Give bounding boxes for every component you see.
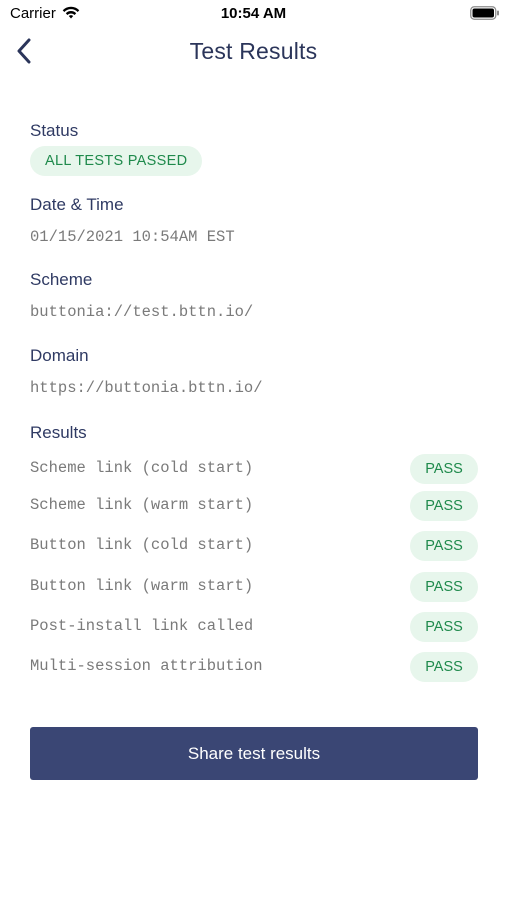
- result-name: Scheme link (warm start): [30, 496, 254, 514]
- results-label: Results: [30, 423, 87, 442]
- pass-badge: PASS: [410, 652, 478, 682]
- pass-badge: PASS: [410, 572, 478, 602]
- page-title: Test Results: [189, 38, 318, 64]
- pass-badge: PASS: [410, 612, 478, 642]
- result-name: Post-install link called: [30, 617, 254, 635]
- datetime-label: Date & Time: [30, 195, 124, 214]
- domain-value: https://buttonia.bttn.io/: [30, 379, 263, 397]
- scheme-label: Scheme: [30, 270, 93, 289]
- pass-badge: PASS: [410, 531, 478, 561]
- domain-section: Domain https://buttonia.bttn.io/: [30, 346, 478, 397]
- pass-badge: PASS: [410, 491, 478, 521]
- status-label: Status: [30, 121, 79, 140]
- result-row: Button link (cold start) PASS: [30, 531, 478, 561]
- result-row: Button link (warm start) PASS: [30, 572, 478, 602]
- scheme-value: buttonia://test.bttn.io/: [30, 303, 254, 321]
- result-row: Scheme link (warm start) PASS: [30, 491, 478, 521]
- results-section: Results: [30, 423, 478, 443]
- result-name: Multi-session attribution: [30, 657, 263, 675]
- navigation-bar: Test Results: [0, 30, 507, 74]
- result-name: Button link (warm start): [30, 577, 254, 595]
- battery-icon: [470, 6, 500, 25]
- status-section: Status ALL TESTS PASSED: [30, 121, 478, 176]
- domain-label: Domain: [30, 346, 89, 365]
- scheme-section: Scheme buttonia://test.bttn.io/: [30, 270, 478, 321]
- datetime-section: Date & Time 01/15/2021 10:54AM EST: [30, 195, 478, 246]
- status-badge: ALL TESTS PASSED: [30, 146, 203, 176]
- result-row: Scheme link (cold start) PASS: [30, 454, 478, 484]
- clock-time: 10:54 AM: [220, 5, 287, 22]
- result-name: Scheme link (cold start): [30, 459, 254, 477]
- result-row: Post-install link called PASS: [30, 612, 478, 642]
- pass-badge: PASS: [410, 454, 478, 484]
- share-results-button[interactable]: Share test results: [30, 727, 478, 780]
- datetime-value: 01/15/2021 10:54AM EST: [30, 228, 235, 246]
- result-row: Multi-session attribution PASS: [30, 652, 478, 682]
- result-name: Button link (cold start): [30, 536, 254, 554]
- status-bar: Carrier 10:54 AM: [0, 0, 507, 28]
